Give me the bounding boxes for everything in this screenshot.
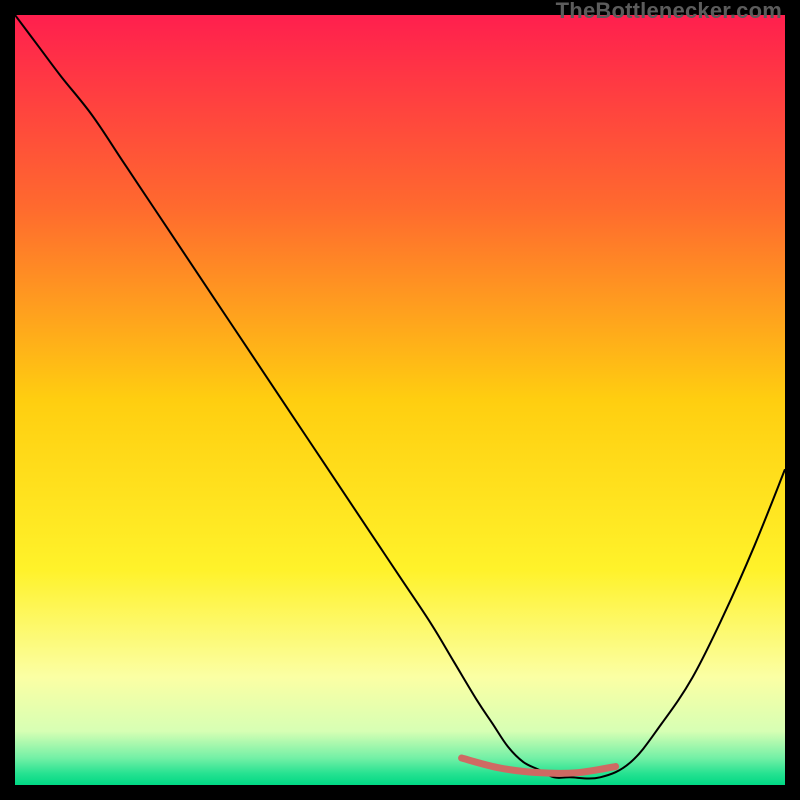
gradient-background <box>15 15 785 785</box>
attribution-text: TheBottlenecker.com <box>556 0 782 24</box>
chart-frame <box>15 15 785 785</box>
bottleneck-chart <box>15 15 785 785</box>
